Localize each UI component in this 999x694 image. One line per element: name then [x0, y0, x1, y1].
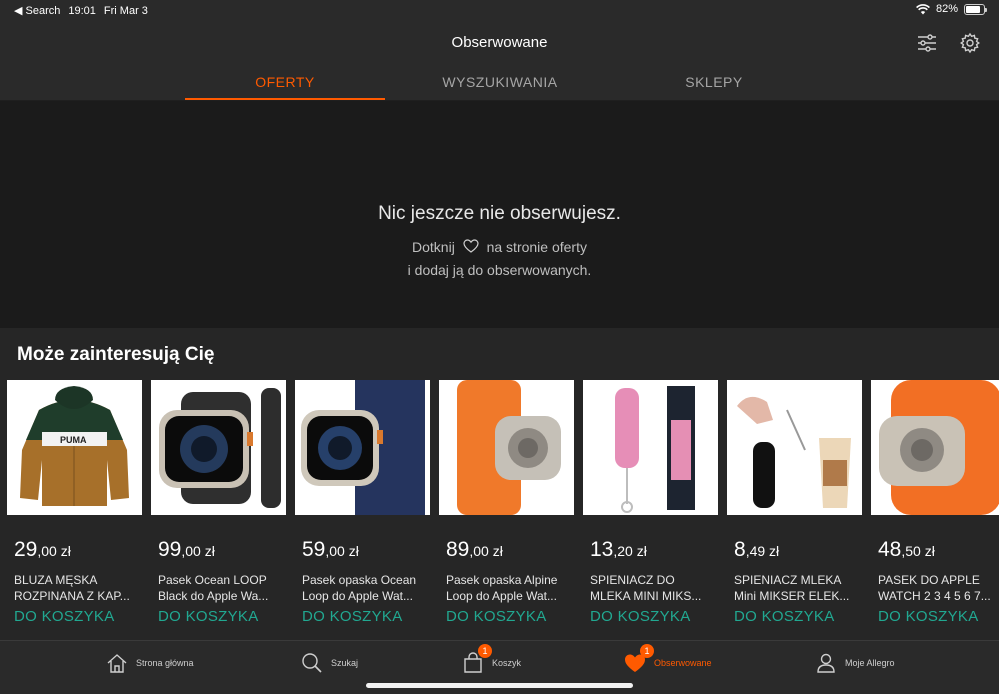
add-to-cart-button[interactable]: DO KOSZYKA [302, 608, 403, 625]
product-image-watch-navy[interactable] [295, 380, 430, 515]
add-to-cart-button[interactable]: DO KOSZYKA [878, 608, 979, 625]
svg-text:PUMA: PUMA [60, 435, 87, 445]
product-name[interactable]: Pasek opaska Ocean Loop do Apple Wat... [302, 572, 432, 604]
home-icon [107, 654, 127, 673]
tabbar-item-home[interactable]: Strona główna [106, 651, 194, 675]
active-tab-underline [185, 98, 385, 100]
product-name[interactable]: BLUZA MĘSKA ROZPINANA Z KAP... [14, 572, 144, 604]
product-card[interactable]: 89,00 zł Pasek opaska Alpine Loop do Appl… [439, 380, 574, 635]
recommendations-carousel[interactable]: PUMA 29,00 zł BLUZA MĘSKA ROZPINANA Z KAP… [7, 380, 999, 635]
bag-icon: 1 [462, 644, 492, 674]
product-image-hoodie[interactable]: PUMA [7, 380, 142, 515]
tab-oferty[interactable]: OFERTY [185, 64, 385, 100]
recommendations-title: Może zainteresują Cię [17, 344, 215, 365]
add-to-cart-button[interactable]: DO KOSZYKA [446, 608, 547, 625]
product-image-watch-orange-2[interactable] [871, 380, 999, 515]
tab-label: SKLEPY [685, 74, 743, 90]
back-to-search-link[interactable]: ◀ Search [14, 4, 60, 17]
empty-state-heading: Nic jeszcze nie obserwujesz. [378, 203, 621, 224]
status-date: Fri Mar 3 [103, 4, 148, 17]
status-bar: ◀ Search 19:01 Fri Mar 3 82% [0, 0, 999, 20]
heart-outline-icon [463, 239, 479, 253]
tabbar-label: Moje Allegro [845, 658, 895, 668]
product-card[interactable]: 13,20 zł SPIENIACZ DO MLEKA MINI MIKS... … [583, 380, 718, 635]
product-price: 89,00 zł [446, 538, 503, 561]
product-price: 8,49 zł [734, 538, 780, 561]
product-name[interactable]: SPIENIACZ DO MLEKA MINI MIKS... [590, 572, 720, 604]
product-price: 13,20 zł [590, 538, 647, 561]
product-name[interactable]: PASEK DO APPLE WATCH 2 3 4 5 6 7... [878, 572, 999, 604]
product-card[interactable]: 59,00 zł Pasek opaska Ocean Loop do Apple… [295, 380, 430, 635]
tabbar-label: Koszyk [492, 658, 522, 668]
add-to-cart-button[interactable]: DO KOSZYKA [590, 608, 691, 625]
product-price: 59,00 zł [302, 538, 359, 561]
product-image-frother-pink[interactable] [583, 380, 718, 515]
product-card[interactable]: PUMA 29,00 zł BLUZA MĘSKA ROZPINANA Z KAP… [7, 380, 142, 635]
product-name[interactable]: SPIENIACZ MLEKA Mini MIKSER ELEK... [734, 572, 864, 604]
product-image-watch-orange[interactable] [439, 380, 574, 515]
tab-wyszukiwania[interactable]: WYSZUKIWANIA [400, 64, 600, 100]
battery-icon [964, 3, 987, 15]
add-to-cart-button[interactable]: DO KOSZYKA [158, 608, 259, 625]
tabbar-label: Obserwowane [654, 658, 712, 668]
tabs: OFERTY WYSZUKIWANIA SKLEPY [0, 64, 999, 100]
watchlist-badge: 1 [640, 644, 654, 658]
search-icon [302, 653, 322, 673]
product-card[interactable]: 99,00 zł Pasek Ocean LOOP Black do Apple … [151, 380, 286, 635]
tab-label: WYSZUKIWANIA [442, 74, 558, 90]
wifi-icon [916, 3, 930, 14]
empty-state-line2: i dodaj ją do obserwowanych. [407, 262, 592, 278]
status-time: 19:01 [68, 4, 96, 17]
tabbar-item-watchlist[interactable]: 1 Obserwowane [624, 644, 712, 675]
home-indicator[interactable] [366, 683, 633, 688]
empty-state-line1: Dotknij na stronie oferty [0, 239, 999, 255]
product-price: 99,00 zł [158, 538, 215, 561]
product-image-frother-black[interactable] [727, 380, 862, 515]
tabbar-item-my-allegro[interactable]: Moje Allegro [815, 651, 895, 675]
tab-label: OFERTY [255, 74, 315, 90]
empty-state: Nic jeszcze nie obserwujesz. Dotknij na … [0, 101, 999, 328]
empty-state-text-before: Dotknij [412, 239, 455, 255]
add-to-cart-button[interactable]: DO KOSZYKA [14, 608, 115, 625]
product-name[interactable]: Pasek opaska Alpine Loop do Apple Wat... [446, 572, 576, 604]
product-price: 29,00 zł [14, 538, 71, 561]
battery-percent: 82% [935, 3, 958, 15]
product-image-watch-black[interactable] [151, 380, 286, 515]
tabbar-label: Strona główna [136, 658, 194, 668]
sliders-icon[interactable] [916, 32, 938, 54]
product-card[interactable]: 48,50 zł PASEK DO APPLE WATCH 2 3 4 5 6 7… [871, 380, 999, 635]
product-name[interactable]: Pasek Ocean LOOP Black do Apple Wa... [158, 572, 288, 604]
empty-state-text-after: na stronie oferty [486, 239, 587, 255]
tabbar-item-search[interactable]: Szukaj [301, 651, 358, 675]
cart-badge: 1 [478, 644, 492, 658]
header: Obserwowane OFERTY WYSZUKIWANIA SKLEPY [0, 20, 999, 100]
recommendations-section: Może zainteresują Cię PUMA 29,00 zł BLUZ… [0, 328, 999, 640]
page-title: Obserwowane [451, 34, 548, 51]
heart-icon: 1 [624, 644, 654, 674]
tabbar-label: Szukaj [331, 658, 359, 668]
tab-sklepy[interactable]: SKLEPY [614, 64, 814, 100]
tabbar-item-cart[interactable]: 1 Koszyk [462, 644, 522, 675]
product-card[interactable]: 8,49 zł SPIENIACZ MLEKA Mini MIKSER ELEK.… [727, 380, 862, 635]
add-to-cart-button[interactable]: DO KOSZYKA [734, 608, 835, 625]
gear-icon[interactable] [959, 32, 981, 54]
user-icon [817, 653, 835, 673]
product-price: 48,50 zł [878, 538, 935, 561]
